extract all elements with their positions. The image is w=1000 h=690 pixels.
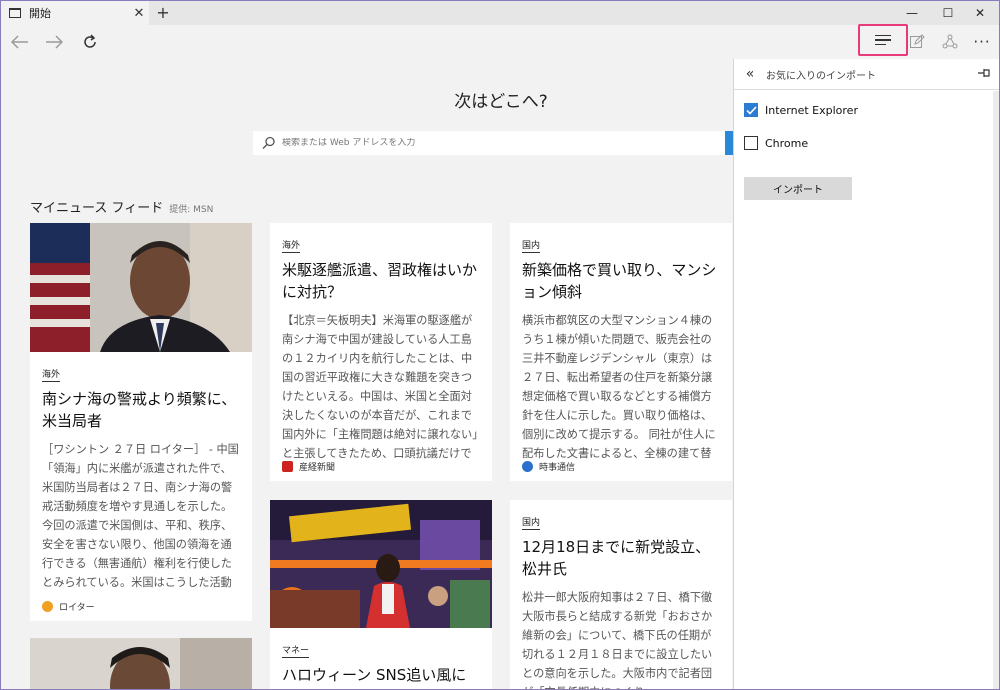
panel-scrollbar[interactable] — [993, 91, 999, 689]
pin-icon[interactable] — [977, 67, 991, 79]
feed-title: マイニュース フィード — [30, 201, 164, 216]
import-favorites-panel: « お気に入りのインポート Internet Explorer Chrome イ… — [733, 59, 999, 689]
card-source: 産経新聞 — [282, 460, 335, 473]
close-window-button[interactable]: ✕ — [963, 1, 997, 25]
card-title: 南シナ海の警戒より頻繁に、米当局者 — [42, 390, 237, 430]
refresh-button[interactable] — [75, 29, 105, 55]
tab-bar: 開始 ✕ + — ☐ ✕ — [1, 1, 999, 25]
option-label: Chrome — [765, 136, 809, 150]
nav-bar: ··· — [1, 24, 999, 59]
browser-window: 開始 ✕ + — ☐ ✕ ··· 次はどこへ? 検索または Web アドレスを入… — [0, 0, 1000, 690]
card-summary: 松井一郎大阪府知事は２７日、橋下徹大阪市長らと結成する新党「おおさか維新の会」に… — [522, 591, 713, 689]
news-photo — [30, 223, 252, 352]
feed-provider: 提供: MSN — [169, 205, 214, 215]
news-card[interactable]: 海外 米駆逐艦派遣、習政権はいかに対抗？ 【北京＝矢板明夫】米海軍の駆逐艦が南シ… — [270, 223, 492, 481]
source-name: 時事通信 — [539, 463, 576, 473]
card-source: 時事通信 — [522, 460, 575, 473]
new-tab-button[interactable]: + — [151, 1, 175, 25]
share-icon — [942, 34, 958, 49]
jiji-logo-icon — [522, 461, 533, 472]
card-category: 国内 — [522, 238, 541, 253]
search-input[interactable] — [282, 138, 722, 148]
panel-header: « お気に入りのインポート — [734, 59, 999, 90]
start-page: 次はどこへ? マイニュース フィード提供: MSN — [1, 59, 733, 689]
news-photo — [30, 638, 252, 689]
minimize-button[interactable]: — — [895, 1, 929, 25]
back-chevron-icon[interactable]: « — [734, 66, 766, 82]
tab-title: 開始 — [29, 7, 51, 20]
source-name: 産経新聞 — [299, 463, 336, 473]
option-internet-explorer[interactable]: Internet Explorer — [744, 103, 858, 117]
chrome-checkbox[interactable] — [744, 136, 758, 150]
feed-heading: マイニュース フィード 提供: MSN — [30, 197, 213, 216]
card-title: ハロウィーン SNS追い風に市場急成長 — [282, 666, 467, 689]
news-card[interactable]: マネー ハロウィーン SNS追い風に市場急成長 — [270, 500, 492, 689]
back-button[interactable] — [5, 29, 35, 55]
import-button[interactable]: インポート — [744, 177, 852, 200]
page-icon — [9, 8, 21, 18]
card-source: ロイター — [42, 600, 95, 613]
news-card[interactable]: 国内 新築価格で買い取り、マンション傾斜 横浜市都筑区の大型マンション４棟のうち… — [510, 223, 732, 481]
card-category: マネー — [282, 643, 310, 658]
more-button[interactable]: ··· — [967, 29, 997, 55]
maximize-button[interactable]: ☐ — [931, 1, 965, 25]
sankei-logo-icon — [282, 461, 293, 472]
pen-note-icon — [910, 34, 925, 48]
search-box[interactable] — [253, 131, 733, 155]
card-summary: 横浜市都筑区の大型マンション４棟のうち１棟が傾いた問題で、販売会社の三井不動産レ… — [522, 314, 716, 460]
web-note-button[interactable] — [902, 29, 932, 55]
news-photo — [270, 500, 492, 628]
hub-button[interactable] — [858, 24, 908, 56]
reuters-logo-icon — [42, 601, 53, 612]
search-button[interactable] — [725, 131, 733, 155]
ie-checkbox[interactable] — [744, 103, 758, 117]
card-category: 海外 — [282, 238, 301, 253]
option-chrome[interactable]: Chrome — [744, 136, 808, 150]
card-category: 国内 — [522, 515, 541, 530]
card-title: 新築価格で買い取り、マンション傾斜 — [522, 261, 717, 301]
page-title: 次はどこへ? — [454, 92, 548, 112]
tab-close-icon[interactable]: ✕ — [129, 6, 149, 21]
news-card[interactable] — [30, 638, 252, 689]
option-label: Internet Explorer — [765, 103, 858, 117]
panel-title: お気に入りのインポート — [766, 70, 876, 82]
search-icon — [262, 136, 275, 149]
source-name: ロイター — [59, 603, 95, 613]
share-button[interactable] — [935, 29, 965, 55]
card-summary: 【北京＝矢板明夫】米海軍の駆逐艦が南シナ海で中国が建設している人工島の１２カイリ… — [282, 314, 478, 460]
card-category: 海外 — [42, 367, 61, 382]
tab-start[interactable]: 開始 ✕ — [1, 1, 149, 25]
arrow-left-icon — [11, 35, 28, 49]
card-title: 12月18日までに新党設立、松井氏 — [522, 538, 711, 578]
card-summary: ［ワシントン ２７日 ロイター］ - 中国「領海」内に米艦が派遣された件で、米国… — [42, 443, 239, 589]
news-card[interactable]: 国内 12月18日までに新党設立、松井氏 松井一郎大阪府知事は２７日、橋下徹大阪… — [510, 500, 732, 689]
check-icon — [745, 105, 757, 115]
arrow-right-icon — [46, 35, 63, 49]
hub-icon — [875, 32, 891, 49]
card-title: 米駆逐艦派遣、習政権はいかに対抗？ — [282, 261, 478, 301]
news-card[interactable]: 海外 南シナ海の警戒より頻繁に、米当局者 ［ワシントン ２７日 ロイター］ - … — [30, 223, 252, 621]
forward-button[interactable] — [39, 29, 69, 55]
refresh-icon — [84, 34, 96, 48]
